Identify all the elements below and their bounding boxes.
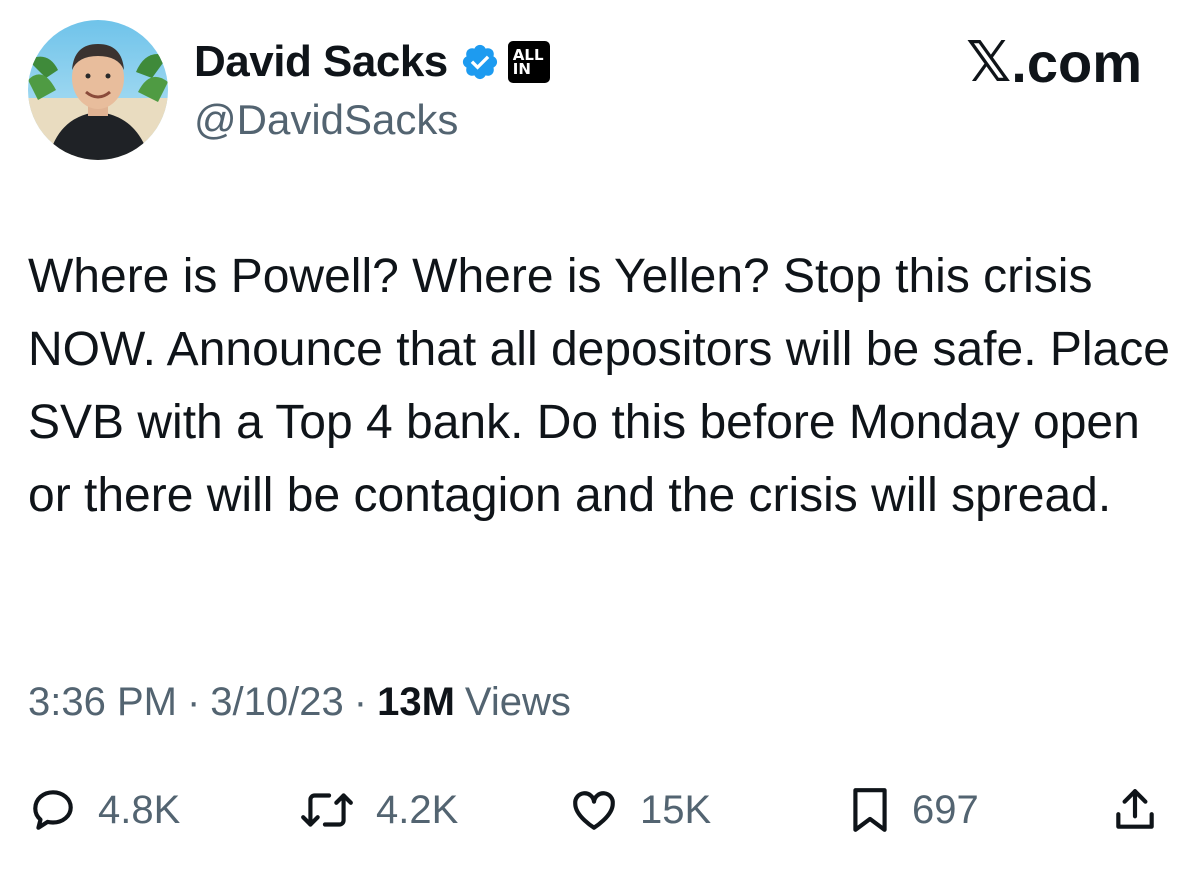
author-handle[interactable]: @DavidSacks: [194, 96, 458, 144]
reply-count: 4.8K: [98, 787, 181, 832]
x-logo-icon: 𝕏: [966, 30, 1012, 95]
bookmark-count: 697: [912, 787, 979, 832]
affiliate-badge-line2: IN: [512, 60, 531, 78]
bookmark-icon: [853, 788, 887, 832]
reply-button[interactable]: 4.8K: [28, 780, 180, 840]
repost-button[interactable]: 4.2K: [298, 780, 458, 840]
affiliate-badge[interactable]: ALL IN: [507, 41, 550, 83]
brand-suffix: .com: [1011, 31, 1142, 94]
views-label: Views: [464, 680, 571, 724]
tweet-text: Where is Powell? Where is Yellen? Stop t…: [28, 250, 1170, 522]
repost-arrows-icon: [301, 793, 353, 827]
heart-icon: [573, 791, 615, 830]
views-count: 13M: [377, 680, 455, 724]
tweet-time[interactable]: 3:36 PM: [28, 680, 177, 725]
repost-count: 4.2K: [376, 787, 459, 832]
verified-badge-icon[interactable]: [460, 42, 500, 82]
avatar-image: [28, 20, 168, 160]
share-upload-icon: [1116, 789, 1154, 829]
author-display-name[interactable]: David Sacks: [194, 37, 448, 87]
author-name-row: David Sacks ALL IN: [194, 34, 550, 90]
meta-separator: ·: [186, 680, 201, 724]
like-button[interactable]: 15K: [568, 780, 711, 840]
meta-separator: ·: [353, 680, 368, 724]
tweet-date[interactable]: 3/10/23: [210, 680, 343, 725]
avatar[interactable]: [28, 20, 168, 160]
tweet-meta: 3:36 PM · 3/10/23 · 13M Views: [28, 680, 571, 725]
brand-logo: 𝕏 .com: [966, 30, 1142, 95]
action-bar: 4.8K 4.2K 15K 697: [28, 780, 1178, 840]
share-button[interactable]: [1110, 780, 1160, 840]
bookmark-button[interactable]: 697: [848, 780, 979, 840]
speech-bubble-icon: [33, 790, 73, 830]
like-count: 15K: [640, 787, 712, 832]
